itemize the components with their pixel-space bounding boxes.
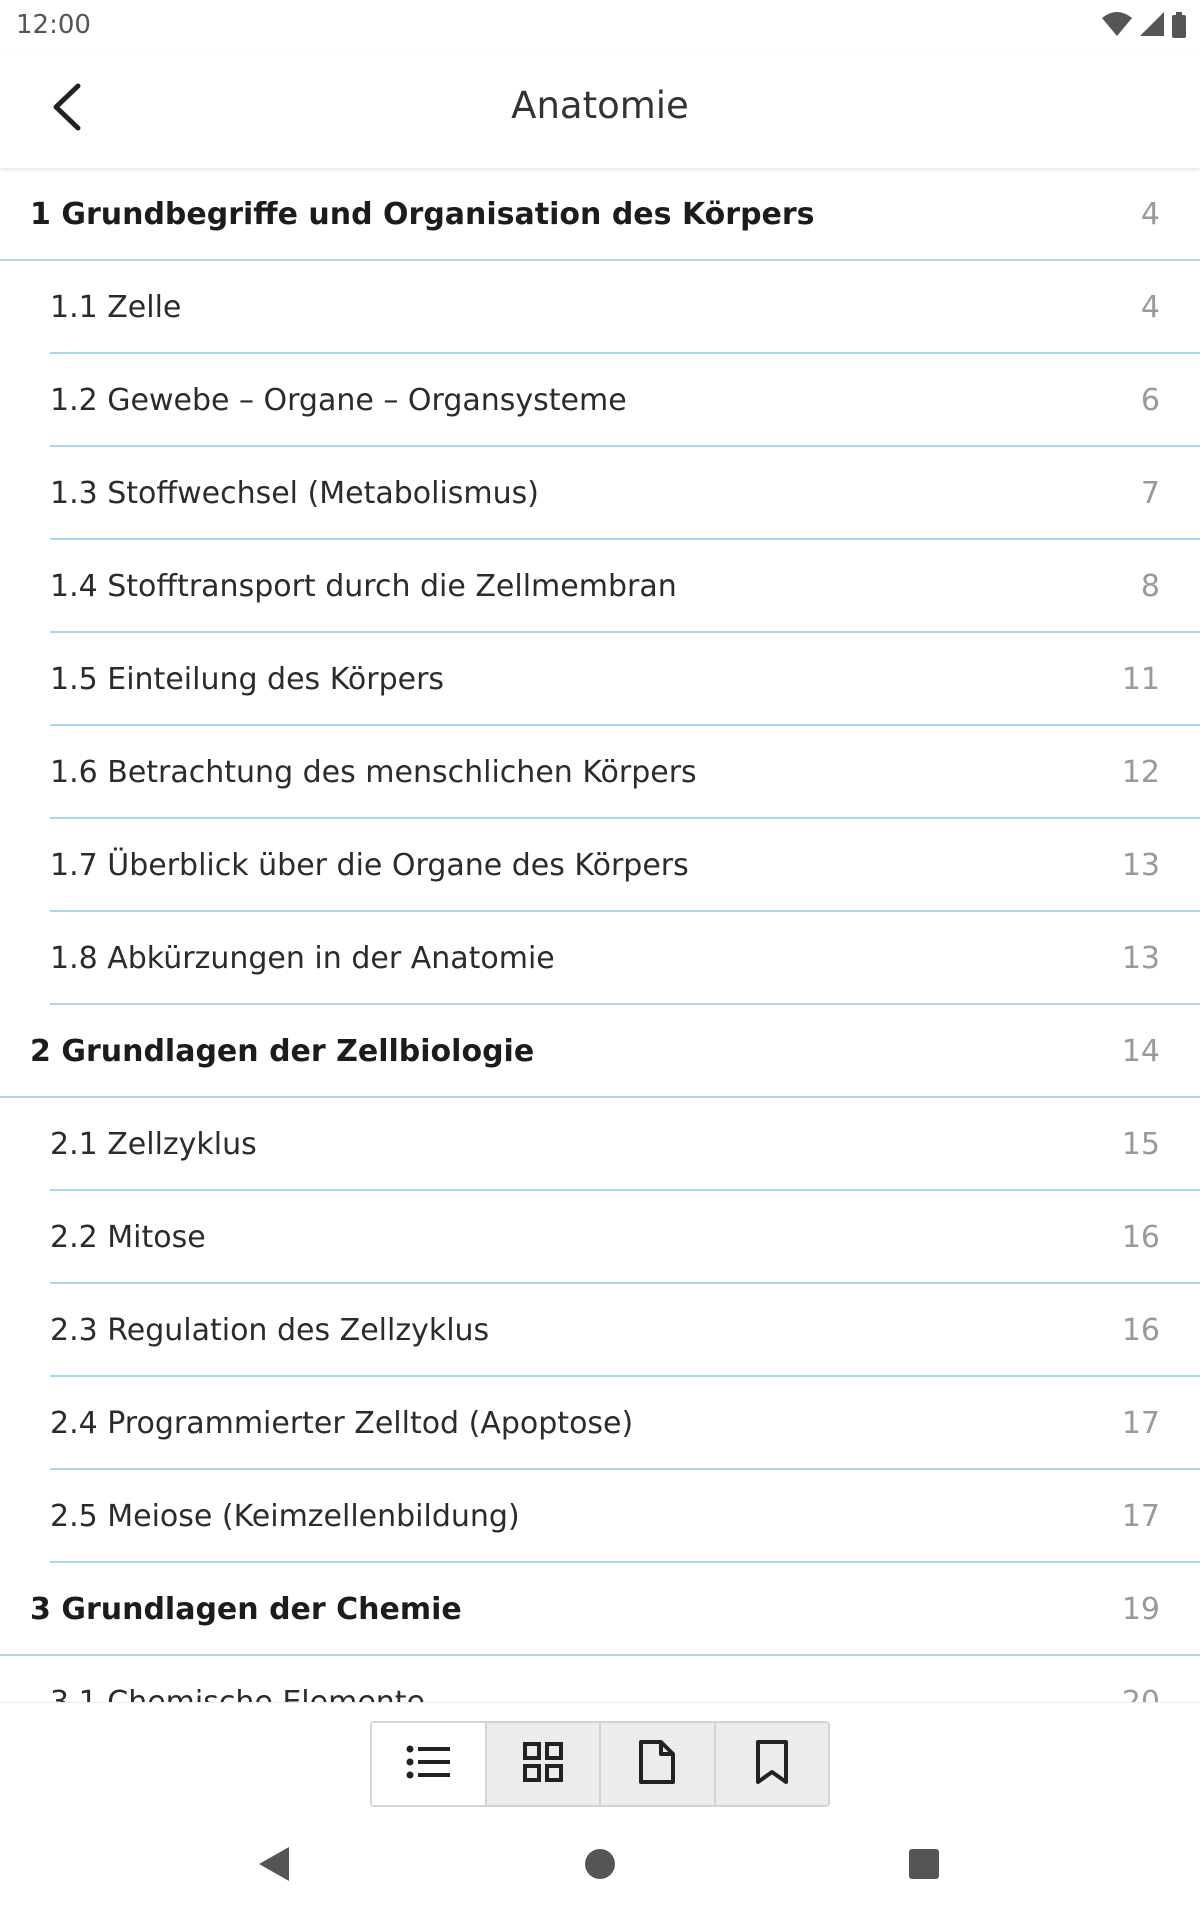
toc-section-row[interactable]: 2.3 Regulation des Zellzyklus 16 — [0, 1284, 1200, 1377]
list-icon — [406, 1745, 451, 1783]
toc-entry-title: 1.5 Einteilung des Körpers — [50, 662, 445, 697]
toc-page-number: 20 — [1122, 1656, 1160, 1702]
nav-back-button[interactable] — [246, 1838, 302, 1894]
toc-entry-title: 1 Grundbegriffe und Organisation des Kör… — [30, 197, 815, 232]
toc-page-number: 4 — [1140, 290, 1160, 325]
toc-entry-title: 2 Grundlagen der Zellbiologie — [30, 1034, 535, 1069]
status-time: 12:00 — [16, 10, 91, 40]
toc-page-number: 8 — [1140, 569, 1160, 604]
toc-chapter-row[interactable]: 1 Grundbegriffe und Organisation des Kör… — [0, 168, 1200, 261]
tab-pages[interactable] — [599, 1723, 714, 1805]
wifi-icon — [1102, 12, 1132, 42]
toc-page-number: 12 — [1121, 755, 1160, 790]
toc-section-row[interactable]: 1.4 Stofftransport durch die Zellmembran… — [0, 540, 1200, 633]
toc-page-number: 17 — [1121, 1499, 1160, 1534]
toc-section-row[interactable]: 1.7 Überblick über die Organe des Körper… — [0, 819, 1200, 912]
bookmark-icon — [755, 1740, 788, 1788]
recents-square-icon — [909, 1849, 939, 1883]
toc-page-number: 16 — [1121, 1220, 1160, 1255]
toc-entry-title: 2.1 Zellzyklus — [50, 1127, 257, 1162]
toc-section-row[interactable]: 3.1 Chemische Elemente 20 — [0, 1656, 1200, 1702]
toc-section-row[interactable]: 2.5 Meiose (Keimzellenbildung) 17 — [0, 1470, 1200, 1563]
toc-entry-title: 2.4 Programmierter Zelltod (Apoptose) — [50, 1406, 634, 1441]
page-title: Anatomie — [511, 84, 689, 127]
back-triangle-icon — [259, 1847, 289, 1885]
app-bar: Anatomie — [0, 50, 1200, 168]
bottom-toolbar — [0, 1702, 1200, 1810]
toc-entry-title: 2.5 Meiose (Keimzellenbildung) — [50, 1499, 520, 1534]
tab-contents[interactable] — [372, 1723, 485, 1805]
toc-entry-title: 2.2 Mitose — [50, 1220, 206, 1255]
toc-page-number: 14 — [1121, 1034, 1160, 1069]
tab-bookmarks[interactable] — [713, 1723, 828, 1805]
toc-entry-title: 1.1 Zelle — [50, 290, 182, 325]
toc-section-row[interactable]: 1.5 Einteilung des Körpers 11 — [0, 633, 1200, 726]
toc-page-number: 15 — [1121, 1127, 1160, 1162]
toc-entry-title: 1.6 Betrachtung des menschlichen Körpers — [50, 755, 697, 790]
toc-page-number: 6 — [1140, 383, 1160, 418]
toc-entry-title: 2.3 Regulation des Zellzyklus — [50, 1313, 490, 1348]
toc-page-number: 13 — [1121, 848, 1160, 883]
toc-chapter-row[interactable]: 3 Grundlagen der Chemie 19 — [0, 1563, 1200, 1656]
toc-list[interactable]: 1 Grundbegriffe und Organisation des Kör… — [0, 168, 1200, 1702]
toc-section-row[interactable]: 1.3 Stoffwechsel (Metabolismus) 7 — [0, 447, 1200, 540]
toc-section-row[interactable]: 1.8 Abkürzungen in der Anatomie 13 — [0, 912, 1200, 1005]
toc-page-number: 11 — [1121, 662, 1160, 697]
tab-thumbnails[interactable] — [484, 1723, 599, 1805]
grid-icon — [522, 1742, 563, 1786]
toc-entry-title: 1.2 Gewebe – Organe – Organsysteme — [50, 383, 627, 418]
signal-icon — [1140, 12, 1164, 42]
nav-home-button[interactable] — [572, 1838, 628, 1894]
toc-page-number: 19 — [1121, 1592, 1160, 1627]
toc-entry-title: 1.8 Abkürzungen in der Anatomie — [50, 941, 555, 976]
toc-page-number: 4 — [1140, 197, 1160, 232]
toc-section-row[interactable]: 1.6 Betrachtung des menschlichen Körpers… — [0, 726, 1200, 819]
battery-icon — [1172, 12, 1186, 42]
home-circle-icon — [584, 1848, 616, 1884]
toc-section-row[interactable]: 1.1 Zelle 4 — [0, 261, 1200, 354]
toc-page-number: 7 — [1140, 476, 1160, 511]
toc-entry-title: 1.7 Überblick über die Organe des Körper… — [50, 848, 689, 883]
system-nav-bar — [0, 1810, 1200, 1920]
nav-recents-button[interactable] — [896, 1838, 952, 1894]
toc-page-number: 13 — [1121, 941, 1160, 976]
toc-chapter-row[interactable]: 2 Grundlagen der Zellbiologie 14 — [0, 1005, 1200, 1098]
status-icons — [1102, 12, 1186, 42]
toc-page-number: 17 — [1121, 1406, 1160, 1441]
toc-entry-title: 1.4 Stofftransport durch die Zellmembran — [50, 569, 677, 604]
toc-entry-title: 3 Grundlagen der Chemie — [30, 1592, 462, 1627]
toc-page-number: 16 — [1121, 1313, 1160, 1348]
view-mode-tabs — [370, 1721, 830, 1807]
toc-section-row[interactable]: 2.1 Zellzyklus 15 — [0, 1098, 1200, 1191]
toc-entry-title: 3.1 Chemische Elemente — [50, 1656, 425, 1702]
toc-section-row[interactable]: 2.2 Mitose 16 — [0, 1191, 1200, 1284]
toc-entry-title: 1.3 Stoffwechsel (Metabolismus) — [50, 476, 539, 511]
status-bar: 12:00 — [0, 0, 1200, 50]
page-icon — [639, 1740, 676, 1788]
toc-section-row[interactable]: 1.2 Gewebe – Organe – Organsysteme 6 — [0, 354, 1200, 447]
toc-section-row[interactable]: 2.4 Programmierter Zelltod (Apoptose) 17 — [0, 1377, 1200, 1470]
